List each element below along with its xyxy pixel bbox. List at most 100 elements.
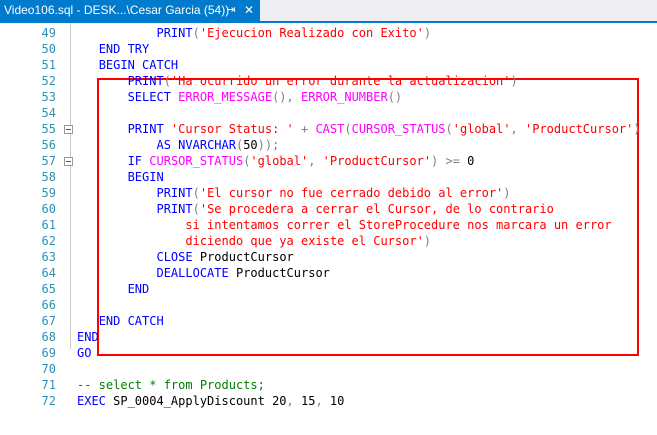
code-token: PRINT <box>156 202 193 216</box>
code-token: CAST <box>315 122 345 136</box>
code-text: -- select * from Products; <box>77 377 265 393</box>
code-token: 10 <box>329 394 345 408</box>
code-token: ) <box>423 26 432 40</box>
code-text: IF CURSOR_STATUS('global', 'ProductCurso… <box>77 153 475 169</box>
code-token: 'Ha ocurrido un error durante la actuali… <box>170 74 511 88</box>
code-token: SP_0004_ApplyDiscount <box>113 394 273 408</box>
code-line[interactable]: 68 END <box>0 329 657 345</box>
code-token: PRINT <box>156 186 193 200</box>
document-tab[interactable]: Video106.sql - DESK...\Cesar Garcia (54)… <box>0 0 260 21</box>
code-line[interactable]: 59 PRINT('El cursor no fue cerrado debid… <box>0 185 657 201</box>
code-token: () <box>387 90 403 104</box>
code-text: END <box>77 281 150 297</box>
pin-icon[interactable]: ⇥ <box>224 0 238 21</box>
document-tab-bar: Video106.sql - DESK...\Cesar Garcia (54)… <box>0 0 657 21</box>
sql-code-editor[interactable]: 49 PRINT('Ejecucion Realizado con Exito'… <box>0 23 657 435</box>
code-token: CURSOR_STATUS <box>149 154 244 168</box>
line-number: 66 <box>41 298 56 312</box>
line-number: 53 <box>41 90 56 104</box>
line-number: 59 <box>41 186 56 200</box>
code-line[interactable]: 65 END <box>0 281 657 297</box>
code-line[interactable]: 64 DEALLOCATE ProductCursor <box>0 265 657 281</box>
code-token: 'Ejecucion Realizado con Exito' <box>199 26 424 40</box>
code-token: ProductCursor <box>235 266 330 280</box>
code-token: BEGIN <box>127 170 164 184</box>
code-token: SELECT <box>127 90 179 104</box>
code-line[interactable]: 53 SELECT ERROR_MESSAGE(), ERROR_NUMBER(… <box>0 89 657 105</box>
code-text: diciendo que ya existe el Cursor') <box>77 233 431 249</box>
line-number: 64 <box>41 266 56 280</box>
collapse-icon[interactable] <box>64 157 73 166</box>
code-text: END CATCH <box>77 313 164 329</box>
code-line[interactable]: 72 EXEC SP_0004_ApplyDiscount 20, 15, 10 <box>0 393 657 409</box>
code-token: 'El cursor no fue cerrado debido al erro… <box>199 186 504 200</box>
code-text: si intentamos correr el StoreProcedure n… <box>77 217 611 233</box>
line-number: 70 <box>41 362 56 376</box>
code-text: BEGIN <box>77 169 164 185</box>
code-token: 0 <box>467 154 475 168</box>
code-line[interactable]: 62 diciendo que ya existe el Cursor') <box>0 233 657 249</box>
code-token: , <box>308 154 323 168</box>
code-token: ) <box>503 186 511 200</box>
line-number: 63 <box>41 250 56 264</box>
code-line[interactable]: 67 END CATCH <box>0 313 657 329</box>
code-token: 20 <box>272 394 287 408</box>
line-number: 61 <box>41 218 56 232</box>
code-token: PRINT <box>127 122 171 136</box>
code-line[interactable]: 63 CLOSE ProductCursor <box>0 249 657 265</box>
code-line[interactable]: 57 IF CURSOR_STATUS('global', 'ProductCu… <box>0 153 657 169</box>
code-token: BEGIN CATCH <box>98 58 179 72</box>
code-line[interactable]: 54 <box>0 105 657 121</box>
line-number: 69 <box>41 346 56 360</box>
code-token: )); <box>257 138 280 152</box>
code-line[interactable]: 50 END TRY <box>0 41 657 57</box>
code-line[interactable]: 71 -- select * from Products; <box>0 377 657 393</box>
code-token: ProductCursor <box>199 250 294 264</box>
code-line[interactable]: 69 GO <box>0 345 657 361</box>
close-icon[interactable]: ✕ <box>242 0 256 21</box>
code-line[interactable]: 55 PRINT 'Cursor Status: ' + CAST(CURSOR… <box>0 121 657 137</box>
code-token: PRINT <box>156 26 193 40</box>
code-line[interactable]: 58 BEGIN <box>0 169 657 185</box>
code-text: BEGIN CATCH <box>77 57 178 73</box>
code-token: 'Cursor Status: ' <box>170 122 294 136</box>
code-line[interactable]: 70 <box>0 361 657 377</box>
code-token: 'Se procedera a cerrar el Cursor, de lo … <box>199 202 554 216</box>
code-token: diciendo que ya existe el Cursor' <box>185 234 424 248</box>
collapse-icon[interactable] <box>64 125 73 134</box>
code-token: ( <box>344 122 352 136</box>
code-token: , <box>286 394 301 408</box>
code-token: ) <box>423 234 432 248</box>
code-line[interactable]: 51 BEGIN CATCH <box>0 57 657 73</box>
line-number: 57 <box>41 154 56 168</box>
code-token: EXEC <box>77 394 114 408</box>
code-token: PRINT <box>127 74 164 88</box>
code-text: PRINT('Ejecucion Realizado con Exito') <box>77 25 431 41</box>
code-line[interactable]: 52 PRINT('Ha ocurrido un error durante l… <box>0 73 657 89</box>
code-line[interactable]: 61 si intentamos correr el StoreProcedur… <box>0 217 657 233</box>
code-text: SELECT ERROR_MESSAGE(), ERROR_NUMBER() <box>77 89 403 105</box>
code-token: 'ProductCursor' <box>525 122 634 136</box>
code-line[interactable]: 66 <box>0 297 657 313</box>
code-line[interactable]: 56 AS NVARCHAR(50)); <box>0 137 657 153</box>
code-line[interactable]: 49 PRINT('Ejecucion Realizado con Exito'… <box>0 25 657 41</box>
line-number: 52 <box>41 74 56 88</box>
code-text: CLOSE ProductCursor <box>77 249 294 265</box>
code-token: IF <box>127 154 150 168</box>
code-line[interactable]: 60 PRINT('Se procedera a cerrar el Curso… <box>0 201 657 217</box>
code-token: 'global' <box>452 122 511 136</box>
code-text: END <box>77 329 99 345</box>
line-number: 67 <box>41 314 56 328</box>
